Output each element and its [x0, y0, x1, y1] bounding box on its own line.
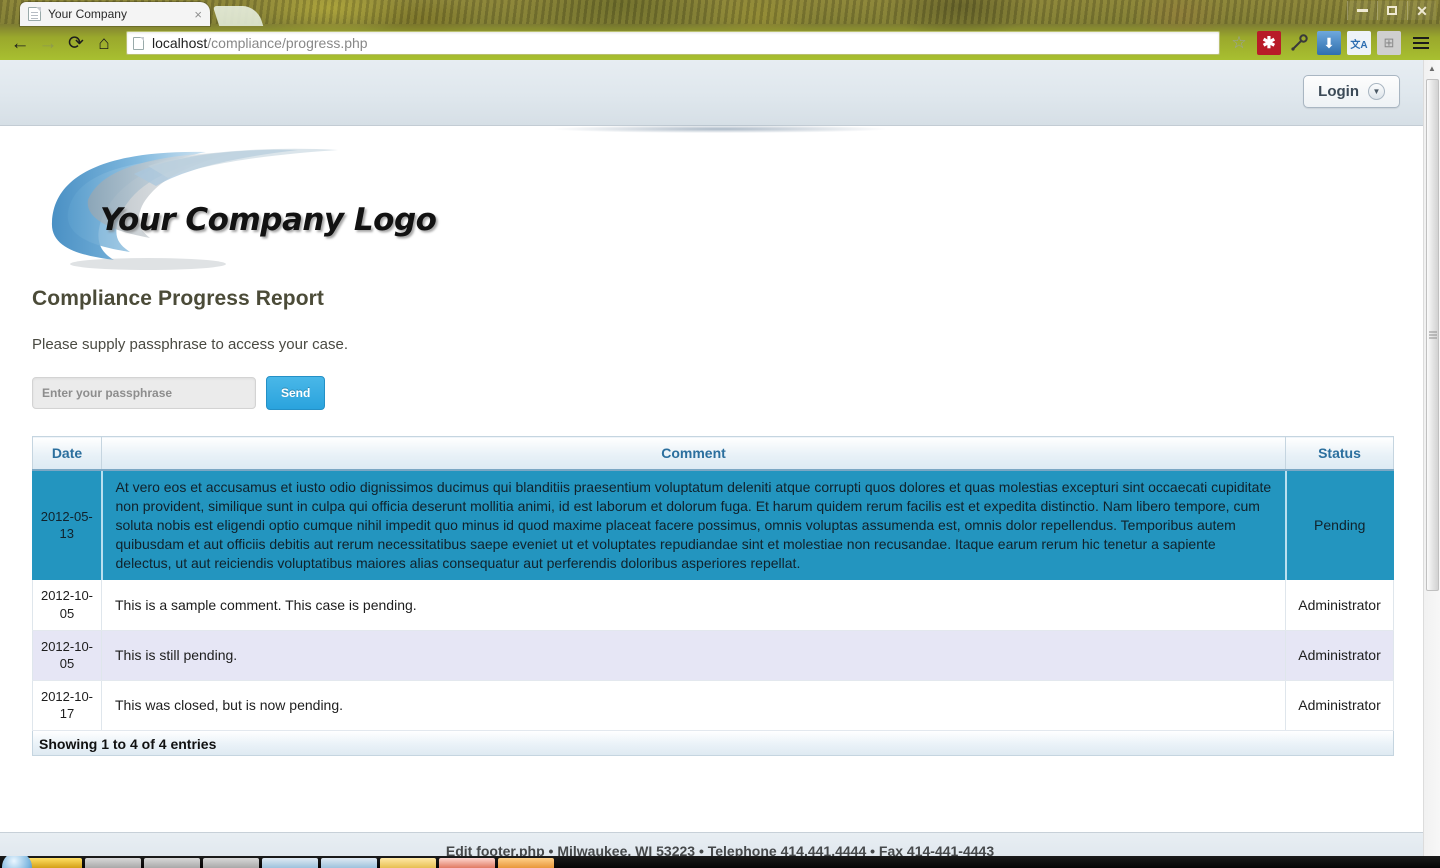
bookmark-star-icon[interactable]: ☆: [1226, 30, 1252, 56]
cell-comment: This is still pending.: [102, 630, 1286, 680]
cell-status: Administrator: [1286, 630, 1394, 680]
taskbar-item[interactable]: [144, 858, 200, 868]
table-row[interactable]: 2012-10-05 This is a sample comment. Thi…: [33, 580, 1394, 630]
download-extension-icon[interactable]: ⬇: [1317, 31, 1341, 55]
puzzle-extension-icon[interactable]: ⊞: [1377, 31, 1401, 55]
tab-label: Your Company: [48, 7, 188, 21]
column-header-comment[interactable]: Comment: [102, 437, 1286, 471]
url-text: localhost/compliance/progress.php: [152, 35, 368, 51]
chevron-down-icon[interactable]: ▼: [1368, 83, 1385, 100]
cell-comment: At vero eos et accusamus et iusto odio d…: [102, 470, 1286, 580]
taskbar-item[interactable]: [262, 858, 318, 868]
logo-text: Your Company Logo: [100, 202, 436, 238]
table-body: 2012-05-13 At vero eos et accusamus et i…: [33, 470, 1394, 730]
taskbar-item[interactable]: [203, 858, 259, 868]
browser-chrome: Your Company × ✕ ← → ⟳ ⌂ localhost/compl…: [0, 0, 1440, 60]
new-tab-button[interactable]: [213, 6, 263, 26]
scroll-up-arrow-icon[interactable]: ▲: [1424, 60, 1440, 77]
table-row[interactable]: 2012-05-13 At vero eos et accusamus et i…: [33, 470, 1394, 580]
cell-status: Pending: [1286, 470, 1394, 580]
back-icon[interactable]: ←: [6, 29, 34, 57]
navigation-toolbar: ← → ⟳ ⌂ localhost/compliance/progress.ph…: [0, 26, 1440, 60]
close-tab-icon[interactable]: ×: [188, 8, 202, 21]
column-header-date[interactable]: Date: [33, 437, 102, 471]
translate-extension-icon[interactable]: 文A: [1347, 31, 1371, 55]
tab-your-company[interactable]: Your Company ×: [20, 2, 210, 26]
company-logo: Your Company Logo: [38, 144, 438, 279]
taskbar-item[interactable]: [498, 858, 554, 868]
address-bar[interactable]: localhost/compliance/progress.php: [126, 31, 1220, 55]
scrollbar-thumb[interactable]: [1426, 79, 1439, 591]
home-icon[interactable]: ⌂: [90, 29, 118, 57]
cell-date: 2012-10-05: [33, 580, 102, 630]
url-path: /compliance/progress.php: [207, 35, 367, 51]
cell-date: 2012-10-17: [33, 680, 102, 730]
page-content: Your Company Logo Compliance Progress Re…: [0, 144, 1440, 756]
url-host: localhost: [152, 35, 207, 51]
cell-status: Administrator: [1286, 680, 1394, 730]
table-info-bar: Showing 1 to 4 of 4 entries: [32, 731, 1394, 756]
reload-icon[interactable]: ⟳: [62, 29, 90, 57]
minimize-window-button[interactable]: [1347, 1, 1376, 20]
close-window-button[interactable]: ✕: [1407, 1, 1436, 20]
cell-date: 2012-05-13: [33, 470, 102, 580]
start-button-icon[interactable]: [2, 856, 32, 868]
taskbar-item[interactable]: [439, 858, 495, 868]
page-viewport: Login ▼: [0, 60, 1440, 868]
table-row[interactable]: 2012-10-05 This is still pending. Admini…: [33, 630, 1394, 680]
chrome-menu-icon[interactable]: [1408, 30, 1434, 56]
table-header-row: Date Comment Status: [33, 437, 1394, 471]
table-head: Date Comment Status: [33, 437, 1394, 471]
cell-comment: This is a sample comment. This case is p…: [102, 580, 1286, 630]
login-label: Login: [1318, 83, 1359, 100]
tab-strip: Your Company × ✕: [0, 0, 1440, 26]
forward-icon[interactable]: →: [34, 29, 62, 57]
page-favicon-icon: [28, 7, 41, 21]
eyedropper-extension-icon[interactable]: [1287, 31, 1311, 55]
restore-window-button[interactable]: [1377, 1, 1406, 20]
cell-comment: This was closed, but is now pending.: [102, 680, 1286, 730]
cell-date: 2012-10-05: [33, 630, 102, 680]
site-header-bar: Login ▼: [0, 60, 1440, 126]
adblock-extension-icon[interactable]: ✱: [1257, 31, 1281, 55]
scrollbar-grip-icon: [1429, 332, 1437, 339]
login-button[interactable]: Login ▼: [1303, 75, 1400, 108]
passphrase-input[interactable]: [32, 377, 256, 409]
instruction-text: Please supply passphrase to access your …: [32, 336, 1410, 353]
page-info-icon[interactable]: [133, 37, 144, 50]
taskbar-item[interactable]: [380, 858, 436, 868]
send-button[interactable]: Send: [266, 376, 325, 410]
windows-taskbar[interactable]: [0, 856, 1440, 868]
vertical-scrollbar[interactable]: ▲: [1423, 60, 1440, 868]
cell-status: Administrator: [1286, 580, 1394, 630]
column-header-status[interactable]: Status: [1286, 437, 1394, 471]
compliance-table: Date Comment Status 2012-05-13 At vero e…: [32, 436, 1394, 731]
compliance-table-wrapper: Date Comment Status 2012-05-13 At vero e…: [32, 436, 1394, 756]
taskbar-item[interactable]: [321, 858, 377, 868]
page-title: Compliance Progress Report: [32, 287, 1410, 311]
browser-window: Your Company × ✕ ← → ⟳ ⌂ localhost/compl…: [0, 0, 1440, 868]
window-controls: ✕: [1347, 1, 1436, 20]
taskbar-item[interactable]: [85, 858, 141, 868]
taskbar-item[interactable]: [26, 858, 82, 868]
table-row[interactable]: 2012-10-17 This was closed, but is now p…: [33, 680, 1394, 730]
passphrase-form: Send: [32, 376, 1410, 410]
